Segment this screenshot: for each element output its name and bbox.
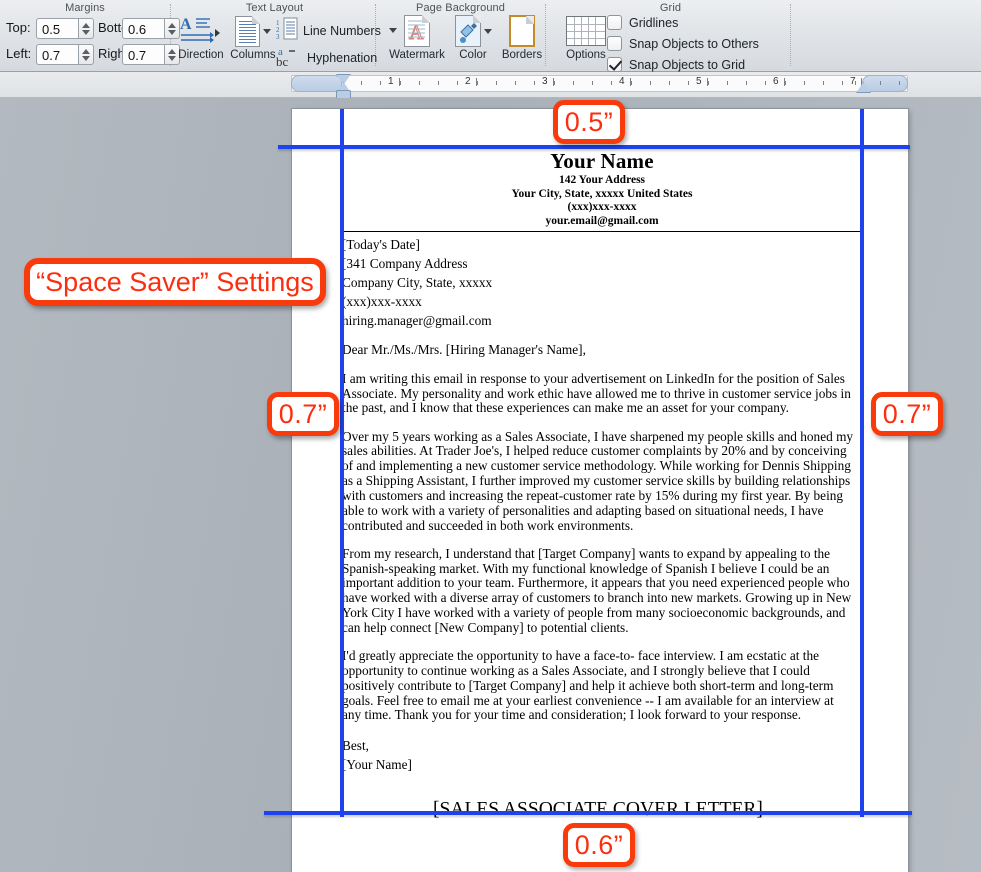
letter-signature-block: Best, [Your Name] [342, 737, 854, 775]
letter-sender-email: your.email@gmail.com [545, 214, 659, 227]
letter-body[interactable]: [Today's Date] [341 Company Address Comp… [342, 236, 854, 775]
direction-label: Direction [178, 49, 224, 61]
left-margin-guide [340, 109, 344, 817]
horizontal-ruler[interactable]: 1 2 3 4 5 6 7 [0, 72, 981, 100]
letter-header-block: Your Name 142 Your Address Your City, St… [342, 149, 862, 233]
letter-sender-name: Your Name [550, 149, 654, 173]
svg-text:A: A [180, 16, 192, 33]
ribbon-group-title-text-layout: Text Layout [245, 2, 304, 14]
recipient-phone: (xxx)xxx-xxxx [342, 293, 422, 309]
document-canvas[interactable]: Your Name 142 Your Address Your City, St… [0, 98, 981, 872]
callout-bottom-margin: 0.6” [563, 823, 635, 867]
right-margin-input[interactable] [122, 44, 164, 65]
borders-button[interactable]: Borders [493, 14, 551, 61]
recipient-email: hiring.manager@gmail.com [342, 312, 492, 328]
snap-objects-to-grid-checkbox-row[interactable]: Snap Objects to Grid [607, 57, 745, 72]
line-numbers-label: Line Numbers [303, 23, 381, 38]
snap-objects-to-grid-checkbox[interactable] [607, 57, 622, 72]
columns-dropdown-icon[interactable] [263, 28, 271, 34]
letter-signature: [Your Name] [342, 756, 412, 772]
top-margin-stepper[interactable] [36, 18, 94, 39]
ribbon-group-title-page-background: Page Background [416, 2, 505, 14]
ruler-number: 7 [850, 76, 856, 87]
bottom-margin-input[interactable] [122, 18, 164, 39]
hyphenation-button[interactable]: a bc Hyphenation [276, 44, 377, 71]
ribbon-group-title-margins: Margins [65, 2, 105, 14]
left-margin-label: Left: [6, 46, 32, 61]
ruler-number: 1 [388, 76, 394, 87]
callout-space-saver-settings: “Space Saver” Settings [24, 258, 326, 306]
left-margin-stepper[interactable] [36, 44, 94, 65]
letter-paragraph-2: Over my 5 years working as a Sales Assoc… [342, 428, 854, 533]
ribbon-group-title-grid: Grid [659, 2, 682, 14]
ribbon-separator [790, 4, 791, 66]
letter-paragraph-1: I am writing this email in response to y… [342, 370, 851, 416]
columns-icon [224, 14, 282, 48]
recipient-block: [Today's Date] [341 Company Address Comp… [342, 236, 854, 330]
ribbon-toolbar: Margins Text Layout Page Background Grid… [0, 0, 981, 72]
watermark-icon: A [388, 14, 446, 48]
gridlines-label: Gridlines [629, 15, 679, 30]
columns-label: Columns [230, 49, 276, 61]
recipient-city: Company City, State, xxxxx [342, 274, 493, 290]
ruler-number: 2 [465, 76, 471, 87]
letter-sender-phone: (xxx)xxx-xxxx [567, 201, 637, 214]
ruler-number: 5 [696, 76, 702, 87]
gridlines-checkbox[interactable] [607, 15, 622, 30]
ruler-number: 4 [619, 76, 625, 87]
snap-objects-to-others-checkbox-row[interactable]: Snap Objects to Others [607, 36, 759, 51]
watermark-label: Watermark [389, 49, 445, 61]
top-margin-input[interactable] [36, 18, 78, 39]
snap-objects-to-others-checkbox[interactable] [607, 36, 622, 51]
svg-text:3: 3 [276, 33, 280, 41]
left-margin-arrows[interactable] [78, 44, 94, 65]
callout-top-margin: 0.5” [553, 100, 625, 144]
right-margin-guide [860, 109, 864, 817]
svg-text:bc: bc [276, 54, 289, 68]
borders-label: Borders [501, 49, 543, 61]
top-margin-label: Top: [6, 20, 31, 35]
direction-button[interactable]: A Direction [172, 14, 230, 61]
callout-right-margin: 0.7” [871, 392, 943, 436]
left-margin-input[interactable] [36, 44, 78, 65]
bottom-margin-guide [264, 811, 912, 815]
watermark-button[interactable]: A Watermark [388, 14, 446, 61]
line-numbers-button[interactable]: 1 2 3 Line Numbers [276, 17, 397, 44]
ruler-number: 3 [542, 76, 548, 87]
recipient-street: [341 Company Address [342, 255, 468, 271]
line-numbers-icon: 1 2 3 [276, 17, 298, 44]
salutation: Dear Mr./Ms./Mrs. [Hiring Manager's Name… [342, 342, 586, 358]
ruler-track[interactable] [291, 75, 908, 92]
ruler-right-margin-zone [862, 75, 908, 92]
top-margin-arrows[interactable] [78, 18, 94, 39]
color-dropdown-icon[interactable] [483, 28, 492, 34]
document-footer-title: [SALES ASSOCIATE COVER LETTER] [433, 799, 763, 820]
page-borders-icon [493, 14, 551, 48]
hyphenation-label: Hyphenation [307, 50, 378, 65]
letter-paragraph-4: I'd greatly appreciate the opportunity t… [342, 648, 834, 723]
text-direction-icon: A [172, 14, 230, 48]
ruler-left-margin-zone [291, 75, 342, 92]
snap-objects-to-others-label: Snap Objects to Others [629, 36, 759, 51]
recipient-date: [Today's Date] [342, 237, 420, 252]
letter-sender-city: Your City, State, xxxxx United States [511, 187, 693, 200]
callout-left-margin: 0.7” [267, 392, 339, 436]
top-margin-guide [278, 145, 910, 149]
letter-closing: Best, [342, 737, 369, 753]
ruler-number: 6 [773, 76, 779, 87]
document-page[interactable]: Your Name 142 Your Address Your City, St… [292, 109, 908, 872]
columns-button[interactable]: Columns [224, 14, 282, 61]
letter-paragraph-3: From my research, I understand that [Tar… [342, 545, 852, 635]
snap-objects-to-grid-label: Snap Objects to Grid [629, 57, 746, 72]
letter-sender-address: 142 Your Address [558, 174, 646, 186]
hyphenation-icon: a bc [276, 44, 302, 71]
gridlines-checkbox-row[interactable]: Gridlines [607, 15, 678, 30]
